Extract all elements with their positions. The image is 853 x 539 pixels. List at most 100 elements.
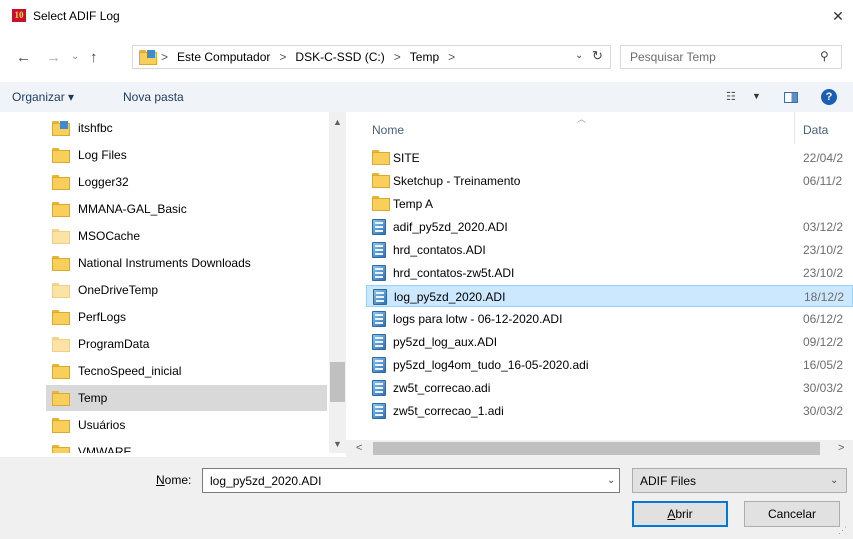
resize-grip-icon[interactable]: ⋰ bbox=[838, 525, 847, 536]
file-row[interactable]: SITE 22/04/2 bbox=[366, 147, 853, 169]
sidebar-item-label: Usuários bbox=[78, 418, 126, 432]
breadcrumb: > Este Computador > DSK-C-SSD (C:) > Tem… bbox=[161, 50, 455, 64]
scroll-up-icon[interactable]: ▲ bbox=[333, 117, 342, 127]
sidebar-item[interactable]: ProgramData bbox=[46, 331, 327, 357]
preview-pane-icon[interactable] bbox=[784, 92, 798, 103]
scroll-down-icon[interactable]: ▼ bbox=[333, 439, 342, 449]
filename-dropdown-icon[interactable]: ⌄ bbox=[607, 475, 615, 486]
file-row[interactable]: adif_py5zd_2020.ADI 03/12/2 bbox=[366, 216, 853, 238]
folder-icon bbox=[52, 445, 70, 453]
file-row[interactable]: Sketchup - Treinamento 06/11/2 bbox=[366, 170, 853, 192]
file-row[interactable]: Temp A bbox=[366, 193, 853, 215]
folder-icon bbox=[52, 229, 70, 244]
file-type-dropdown-icon[interactable]: ⌄ bbox=[830, 475, 838, 486]
column-divider[interactable] bbox=[794, 112, 795, 144]
scroll-right-icon[interactable]: > bbox=[838, 442, 844, 454]
file-type-value: ADIF Files bbox=[640, 474, 697, 488]
sidebar-item-label: MMANA-GAL_Basic bbox=[78, 202, 187, 216]
sidebar-item-label: OneDriveTemp bbox=[78, 283, 159, 297]
horizontal-scrollbar[interactable]: < > bbox=[346, 440, 853, 457]
breadcrumb-item-temp[interactable]: Temp bbox=[410, 50, 439, 64]
folder-icon bbox=[52, 256, 70, 271]
breadcrumb-separator-icon[interactable]: > bbox=[279, 50, 286, 64]
folder-icon bbox=[372, 150, 390, 166]
file-row[interactable]: py5zd_log_aux.ADI 09/12/2 bbox=[366, 331, 853, 353]
folder-icon bbox=[52, 418, 70, 433]
up-arrow-icon[interactable]: ↑ bbox=[90, 49, 98, 66]
file-name: zw5t_correcao_1.adi bbox=[393, 404, 504, 418]
refresh-icon[interactable]: ↻ bbox=[592, 48, 603, 64]
file-list: ︿ Nome Data SITE 22/04/2 Sketchup - Treina… bbox=[362, 112, 853, 440]
breadcrumb-item-computer[interactable]: Este Computador bbox=[177, 50, 270, 64]
adi-file-icon bbox=[372, 403, 388, 419]
sidebar-item-label: PerfLogs bbox=[78, 310, 127, 324]
folder-icon bbox=[52, 148, 70, 163]
file-row[interactable]: hrd_contatos.ADI 23/10/2 bbox=[366, 239, 853, 261]
nav-scrollbar[interactable]: ▲ ▼ bbox=[329, 112, 346, 453]
back-arrow-icon[interactable]: ← bbox=[16, 50, 32, 66]
file-date: 23/10/2 bbox=[803, 243, 844, 257]
file-name: hrd_contatos.ADI bbox=[393, 243, 486, 257]
sidebar-item[interactable]: VMWARE bbox=[46, 439, 327, 453]
dialog-footer: Nome: log_py5zd_2020.ADI ⌄ ADIF Files ⌄ … bbox=[0, 457, 853, 539]
new-folder-button[interactable]: Nova pasta bbox=[123, 90, 184, 104]
search-placeholder: Pesquisar Temp bbox=[630, 50, 716, 64]
sidebar-item[interactable]: Temp bbox=[46, 385, 327, 411]
filename-input[interactable]: log_py5zd_2020.ADI ⌄ bbox=[202, 468, 620, 493]
horizontal-scroll-thumb[interactable] bbox=[373, 442, 820, 455]
title-bar: 10 Select ADIF Log ✕ bbox=[0, 0, 853, 32]
folder-icon bbox=[52, 202, 70, 217]
search-input[interactable]: Pesquisar Temp ⚲ bbox=[620, 45, 842, 69]
scroll-left-icon[interactable]: < bbox=[356, 442, 362, 454]
column-header-name[interactable]: Nome bbox=[372, 123, 404, 137]
sidebar-item[interactable]: OneDriveTemp bbox=[46, 277, 327, 303]
file-row[interactable]: py5zd_log4om_tudo_16-05-2020.adi 16/05/2 bbox=[366, 354, 853, 376]
file-row[interactable]: zw5t_correcao_1.adi 30/03/2 bbox=[366, 400, 853, 422]
file-type-select[interactable]: ADIF Files ⌄ bbox=[632, 468, 847, 493]
sidebar-item[interactable]: itshfbc bbox=[46, 115, 327, 141]
toolbar: Organizar ▾ Nova pasta ☷ ▼ ? bbox=[0, 82, 853, 112]
close-button[interactable]: ✕ bbox=[826, 4, 850, 28]
file-name: zw5t_correcao.adi bbox=[393, 381, 491, 395]
search-icon[interactable]: ⚲ bbox=[820, 49, 829, 63]
folder-icon bbox=[139, 50, 157, 65]
file-date: 06/12/2 bbox=[803, 312, 844, 326]
sidebar-item-label: TecnoSpeed_inicial bbox=[78, 364, 182, 378]
address-dropdown-icon[interactable]: ⌄ bbox=[575, 50, 583, 61]
address-bar[interactable]: > Este Computador > DSK-C-SSD (C:) > Tem… bbox=[132, 45, 611, 69]
organize-button[interactable]: Organizar ▾ bbox=[12, 90, 74, 104]
folder-icon bbox=[52, 283, 70, 298]
file-name: logs para lotw - 06-12-2020.ADI bbox=[393, 312, 563, 326]
recent-locations-chevron-icon[interactable]: ⌄ bbox=[71, 51, 79, 62]
help-icon[interactable]: ? bbox=[821, 89, 837, 105]
file-row[interactable]: logs para lotw - 06-12-2020.ADI 06/12/2 bbox=[366, 308, 853, 330]
sidebar-item[interactable]: Usuários bbox=[46, 412, 327, 438]
open-button[interactable]: Abrir bbox=[632, 501, 728, 527]
sidebar-item[interactable]: MMANA-GAL_Basic bbox=[46, 196, 327, 222]
nav-scroll-thumb[interactable] bbox=[330, 362, 345, 402]
file-row[interactable]: log_py5zd_2020.ADI 18/12/2 bbox=[366, 285, 853, 307]
cancel-button[interactable]: Cancelar bbox=[744, 501, 840, 527]
file-date: 03/12/2 bbox=[803, 220, 844, 234]
breadcrumb-separator-icon[interactable]: > bbox=[448, 50, 455, 64]
view-dropdown-icon[interactable]: ▼ bbox=[752, 91, 761, 101]
sidebar-item[interactable]: Log Files bbox=[46, 142, 327, 168]
forward-arrow-icon[interactable]: → bbox=[46, 50, 62, 66]
sidebar-item[interactable]: TecnoSpeed_inicial bbox=[46, 358, 327, 384]
sidebar-item[interactable]: PerfLogs bbox=[46, 304, 327, 330]
file-row[interactable]: zw5t_correcao.adi 30/03/2 bbox=[366, 377, 853, 399]
file-date: 23/10/2 bbox=[803, 266, 844, 280]
breadcrumb-item-drive[interactable]: DSK-C-SSD (C:) bbox=[295, 50, 384, 64]
breadcrumb-separator-icon[interactable]: > bbox=[394, 50, 401, 64]
sidebar-item[interactable]: MSOCache bbox=[46, 223, 327, 249]
file-row[interactable]: hrd_contatos-zw5t.ADI 23/10/2 bbox=[366, 262, 853, 284]
adi-file-icon bbox=[372, 311, 388, 327]
view-options-icon[interactable]: ☷ bbox=[726, 90, 736, 103]
breadcrumb-separator-icon[interactable]: > bbox=[161, 50, 168, 64]
folder-icon bbox=[372, 173, 390, 189]
column-header-date[interactable]: Data bbox=[803, 123, 828, 137]
filename-label: Nome: bbox=[156, 473, 192, 487]
sidebar-item-label: Temp bbox=[78, 391, 108, 405]
sidebar-item[interactable]: Logger32 bbox=[46, 169, 327, 195]
sidebar-item[interactable]: National Instruments Downloads bbox=[46, 250, 327, 276]
